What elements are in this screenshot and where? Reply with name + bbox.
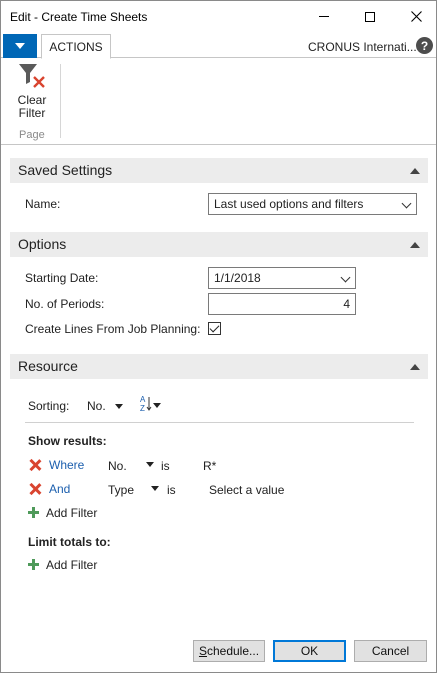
chevron-down-icon xyxy=(401,198,412,209)
resource-header[interactable]: Resource xyxy=(10,354,428,379)
create-lines-label: Create Lines From Job Planning: xyxy=(25,322,201,336)
filter-value[interactable]: R* xyxy=(203,459,216,473)
add-icon xyxy=(28,507,39,518)
clear-filter-label: Clear Filter xyxy=(17,93,47,120)
starting-date-label: Starting Date: xyxy=(25,271,99,285)
remove-filter-icon[interactable] xyxy=(29,483,41,495)
resource-title: Resource xyxy=(18,358,78,374)
ok-button-label: OK xyxy=(300,644,319,658)
sorting-label: Sorting: xyxy=(28,399,70,413)
close-icon xyxy=(410,11,422,22)
dialog-window: Edit - Create Time Sheets ACTIONS CRONUS… xyxy=(0,0,437,673)
ribbon-divider xyxy=(60,64,61,138)
sort-order-button[interactable]: A Z xyxy=(139,394,163,417)
limit-totals-label: Limit totals to: xyxy=(28,535,111,549)
filter-field-select[interactable]: No. xyxy=(108,459,127,473)
title-bar: Edit - Create Time Sheets xyxy=(1,1,436,32)
clear-filter-icon xyxy=(17,62,47,90)
filter-conjunction-where[interactable]: Where xyxy=(49,458,84,472)
ok-button[interactable]: OK xyxy=(273,640,346,662)
add-icon xyxy=(28,559,39,570)
saved-settings-name-select[interactable]: Last used options and filters xyxy=(208,193,417,215)
create-lines-checkbox[interactable] xyxy=(208,322,221,335)
dropdown-icon xyxy=(15,43,25,49)
starting-date-field[interactable]: 1/1/2018 xyxy=(208,267,356,289)
filter-field-value: Type xyxy=(108,483,135,497)
dropdown-icon[interactable] xyxy=(146,462,154,467)
filter-field-select[interactable]: Type xyxy=(108,483,134,497)
sorting-field-select[interactable]: No. xyxy=(87,399,124,413)
filter-operator: is xyxy=(161,459,170,473)
sorting-field-value: No. xyxy=(87,399,106,413)
minimize-icon xyxy=(319,16,329,17)
filter-conjunction-and[interactable]: And xyxy=(49,482,70,496)
collapse-icon xyxy=(410,364,420,370)
dropdown-icon xyxy=(115,404,124,410)
svg-text:A: A xyxy=(140,395,146,404)
schedule-button[interactable]: Schedule... xyxy=(193,640,265,662)
tab-actions[interactable]: ACTIONS xyxy=(41,34,111,59)
show-results-label: Show results: xyxy=(28,434,107,448)
ribbon-group-label: Page xyxy=(19,129,45,141)
options-title: Options xyxy=(18,236,67,252)
periods-label: No. of Periods: xyxy=(25,297,105,311)
cancel-button-label: Cancel xyxy=(371,644,410,658)
collapse-icon xyxy=(410,242,420,248)
remove-filter-icon[interactable] xyxy=(29,459,41,471)
filter-value[interactable]: Select a value xyxy=(209,483,284,497)
sort-ascending-icon: A Z xyxy=(140,395,161,413)
company-name[interactable]: CRONUS Internati... xyxy=(308,40,417,54)
window-title: Edit - Create Time Sheets xyxy=(10,10,148,24)
divider xyxy=(25,422,414,423)
saved-settings-name-value: Last used options and filters xyxy=(214,197,364,211)
schedule-button-label: Schedule... xyxy=(198,644,260,658)
cancel-button[interactable]: Cancel xyxy=(354,640,427,662)
periods-input[interactable] xyxy=(208,293,356,315)
help-icon[interactable]: ? xyxy=(416,37,433,54)
add-totals-filter-button[interactable]: Add Filter xyxy=(46,558,97,572)
options-header[interactable]: Options xyxy=(10,232,428,257)
maximize-button[interactable] xyxy=(347,1,393,32)
saved-settings-title: Saved Settings xyxy=(18,162,113,178)
collapse-icon xyxy=(410,168,420,174)
chevron-down-icon xyxy=(340,272,351,283)
saved-settings-header[interactable]: Saved Settings xyxy=(10,158,428,183)
minimize-button[interactable] xyxy=(301,1,347,32)
add-filter-button[interactable]: Add Filter xyxy=(46,506,97,520)
close-button[interactable] xyxy=(393,1,436,32)
filter-field-value: No. xyxy=(108,459,127,473)
ribbon-tab-row: ACTIONS CRONUS Internati... ? xyxy=(1,34,436,59)
clear-filter-button[interactable]: Clear Filter xyxy=(9,62,55,124)
filter-operator: is xyxy=(167,483,176,497)
ribbon: Clear Filter Page xyxy=(1,58,436,145)
starting-date-value: 1/1/2018 xyxy=(214,271,261,285)
dropdown-icon[interactable] xyxy=(151,486,159,491)
svg-text:Z: Z xyxy=(140,404,145,413)
maximize-icon xyxy=(365,11,375,22)
name-label: Name: xyxy=(25,197,61,211)
application-menu-button[interactable] xyxy=(3,34,37,58)
